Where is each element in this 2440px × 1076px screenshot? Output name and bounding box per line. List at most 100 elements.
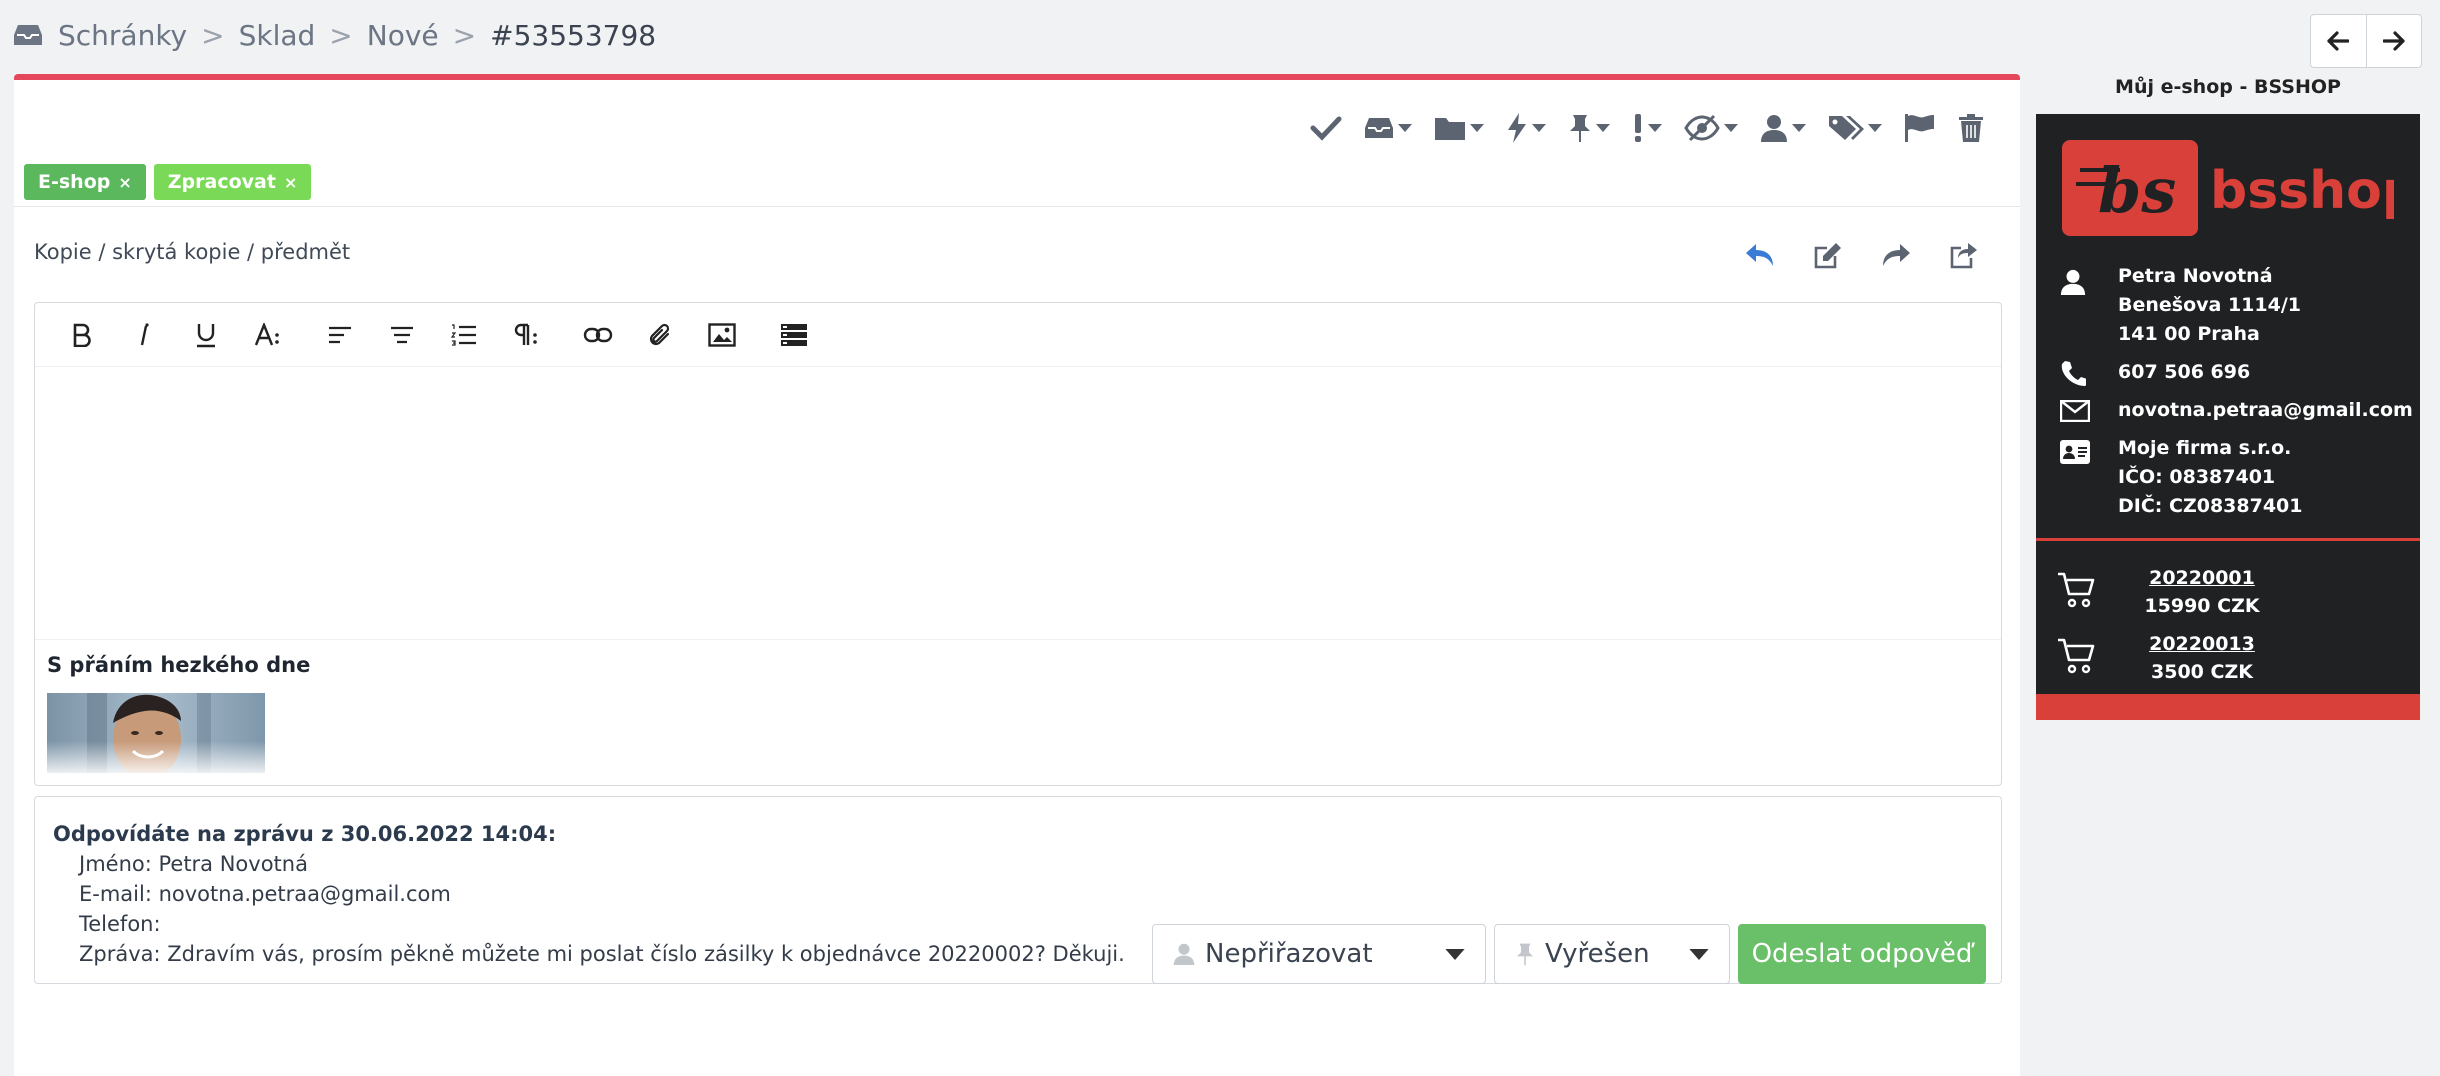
align-center-button[interactable] (379, 312, 425, 358)
bold-icon (73, 323, 91, 347)
previous-ticket-button[interactable] (2311, 15, 2366, 67)
order-amount: 3500 CZK (2151, 661, 2253, 683)
reply-mode-toolbar (1740, 236, 1984, 276)
breadcrumb-item-schranky[interactable]: Schránky (58, 19, 187, 52)
editor-text-area[interactable] (35, 369, 2001, 637)
italic-button[interactable] (121, 312, 167, 358)
phone-icon (2061, 361, 2086, 386)
company-ico: IČO: 08387401 (2118, 466, 2276, 488)
align-center-icon (391, 326, 413, 343)
shop-title: Můj e-shop - BSSHOP (2115, 76, 2341, 98)
attach-file-button[interactable] (637, 312, 683, 358)
caret-down-icon (1868, 124, 1882, 132)
visibility-dropdown[interactable] (1684, 114, 1738, 142)
paperclip-icon (649, 323, 670, 345)
bsshop-logo: bs bsshop (2062, 140, 2394, 238)
caret-down-icon (1470, 124, 1484, 132)
remove-tag-button[interactable]: × (118, 173, 131, 192)
status-select[interactable]: Vyřešen (1494, 924, 1730, 984)
customer-name: Petra Novotná (2118, 265, 2273, 287)
cart-icon (2058, 638, 2095, 674)
share-button[interactable] (1944, 236, 1984, 276)
breadcrumb-separator: > (452, 18, 477, 52)
image-icon (708, 322, 736, 347)
note-button[interactable] (1808, 236, 1848, 276)
id-card-icon (2060, 440, 2090, 464)
cc-bcc-subject-link[interactable]: Kopie / skrytá kopie / předmět (34, 240, 350, 264)
automation-dropdown[interactable] (1506, 113, 1546, 143)
underline-button[interactable] (183, 312, 229, 358)
ticket-toolbar (1288, 100, 1984, 156)
delete-button[interactable] (1958, 113, 1984, 143)
priority-dropdown[interactable] (1632, 113, 1662, 143)
paragraph-button[interactable] (503, 312, 549, 358)
assign-agent-select[interactable]: Nepřiřazovat (1152, 924, 1486, 984)
folder-icon (1435, 118, 1465, 140)
arrow-left-icon (2327, 31, 2350, 51)
caret-down-icon (1724, 124, 1738, 132)
quote-header: Odpovídáte na zprávu z 30.06.2022 14:04: (53, 822, 557, 846)
assign-agent-label: Nepřiřazovat (1205, 939, 1373, 969)
reply-editor: S přáním hezkého dne (34, 302, 2002, 786)
inbox-icon (1365, 118, 1393, 138)
bolt-icon (1508, 113, 1526, 143)
user-icon (1173, 943, 1195, 965)
assign-user-dropdown[interactable] (1760, 114, 1806, 142)
quote-name: Jméno: Petra Novotná (79, 852, 308, 876)
caret-down-icon (1398, 124, 1412, 132)
user-icon (2060, 269, 2086, 295)
send-reply-button[interactable]: Odeslat odpověď (1738, 924, 1986, 984)
card-footer-bar (2036, 694, 2420, 720)
flag-button[interactable] (1904, 113, 1936, 143)
cart-icon (2058, 572, 2095, 608)
caret-down-icon (1648, 124, 1662, 132)
quote-email: E-mail: novotna.petraa@gmail.com (79, 882, 451, 906)
next-ticket-button[interactable] (2365, 15, 2422, 67)
insert-image-button[interactable] (699, 312, 745, 358)
caret-down-icon (1689, 948, 1709, 960)
caret-down-icon (1532, 124, 1546, 132)
pin-dropdown[interactable] (1568, 113, 1610, 143)
divider (2036, 538, 2420, 541)
share-icon (1950, 243, 1977, 269)
edit-icon (1814, 243, 1841, 269)
order-number-link[interactable]: 20220001 (2136, 564, 2268, 592)
customer-card: bs bsshop Petra Novotná Benešova 1114/1 … (2036, 114, 2420, 720)
envelope-icon (2060, 400, 2090, 422)
signature-text: S přáním hezkého dne (47, 653, 311, 677)
bold-button[interactable] (59, 312, 105, 358)
tag-label: Zpracovat (167, 171, 276, 193)
link-icon (583, 327, 613, 342)
arrow-right-icon (2382, 31, 2405, 51)
templates-button[interactable] (771, 312, 817, 358)
customer-email-text[interactable]: novotna.petraa@gmail.com (2118, 396, 2413, 425)
insert-link-button[interactable] (575, 312, 621, 358)
move-to-folder-dropdown[interactable] (1434, 115, 1484, 141)
pin-icon (1517, 943, 1533, 966)
order-amount: 15990 CZK (2144, 595, 2260, 617)
underline-icon (197, 323, 215, 347)
tag-label: E-shop (38, 171, 111, 193)
font-size-icon (254, 322, 279, 345)
templates-icon (781, 323, 807, 346)
company-name: Moje firma s.r.o. (2118, 437, 2292, 459)
align-left-button[interactable] (317, 312, 363, 358)
logo-text: bsshop (2210, 161, 2394, 221)
remove-tag-button[interactable]: × (284, 173, 297, 192)
eye-slash-icon (1684, 114, 1720, 142)
move-to-inbox-dropdown[interactable] (1364, 116, 1412, 140)
breadcrumb-separator: > (329, 18, 353, 52)
tags-dropdown[interactable] (1828, 114, 1882, 142)
status-label: Vyřešen (1545, 939, 1650, 969)
breadcrumb-item-nove[interactable]: Nové (367, 19, 439, 52)
reply-button[interactable] (1740, 236, 1780, 276)
forward-button[interactable] (1876, 236, 1916, 276)
ordered-list-button[interactable] (441, 312, 487, 358)
ticket-navigation (2310, 14, 2422, 68)
ticket-id: #53553798 (490, 18, 657, 52)
font-size-button[interactable] (245, 312, 291, 358)
order-number-link[interactable]: 20220013 (2136, 630, 2268, 658)
resolve-button[interactable] (1310, 115, 1342, 141)
list-ordered-icon (451, 323, 476, 346)
breadcrumb-item-sklad[interactable]: Sklad (239, 19, 316, 52)
